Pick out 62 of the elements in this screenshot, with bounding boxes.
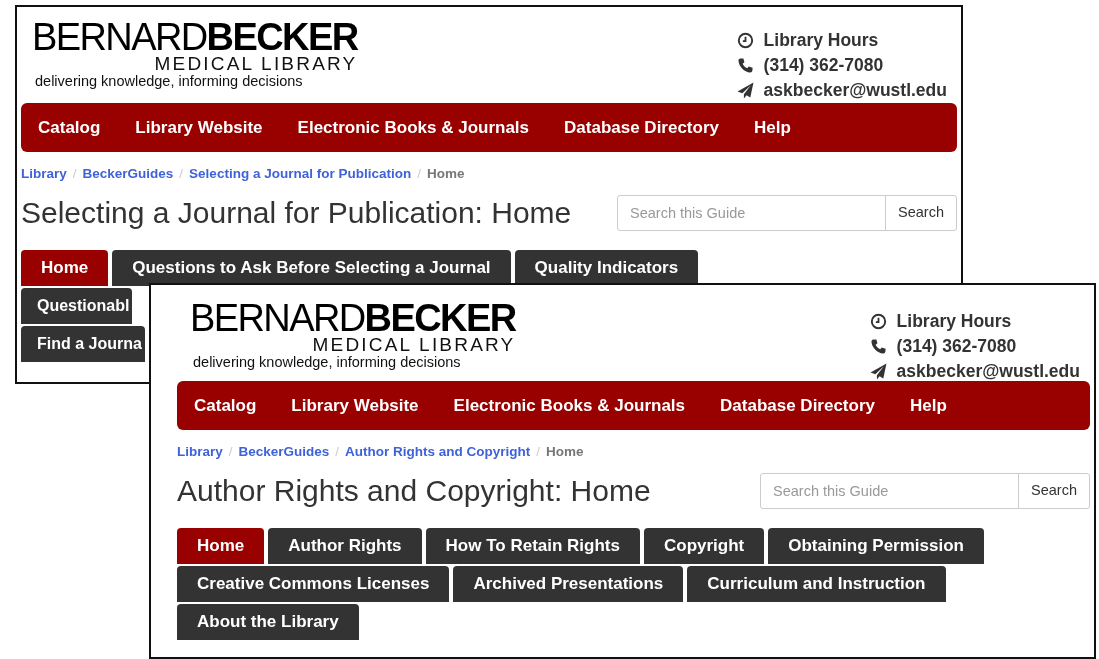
paper-plane-icon	[869, 363, 887, 380]
guide-tab[interactable]: Find a Journa	[21, 326, 145, 362]
breadcrumb-separator: /	[72, 165, 77, 183]
guide-tab[interactable]: How To Retain Rights	[425, 528, 640, 564]
guide-tab[interactable]: Quality Indicators	[514, 250, 699, 286]
guide-tab[interactable]: Home	[177, 528, 265, 564]
logo-subtitle: MEDICAL LIBRARY	[311, 335, 516, 354]
breadcrumb-link[interactable]: Author Rights and Copyright	[345, 442, 531, 464]
nav-link[interactable]: Catalog	[38, 114, 101, 141]
search-button[interactable]: Search	[1018, 473, 1090, 509]
page-title: Selecting a Journal for Publication: Home	[21, 195, 572, 231]
breadcrumb-link[interactable]: Selecting a Journal for Publication	[189, 164, 412, 186]
phone-icon	[869, 338, 887, 355]
phone-link[interactable]: (314) 362-7080	[763, 52, 884, 79]
logo-wordmark: BERNARDBECKER	[190, 299, 516, 337]
breadcrumb-current: Home	[546, 443, 584, 461]
page-title: Author Rights and Copyright: Home	[177, 473, 651, 509]
breadcrumb-separator: /	[179, 165, 184, 183]
breadcrumb-link[interactable]: Library	[177, 442, 223, 464]
search-button[interactable]: Search	[885, 195, 957, 231]
guide-tab[interactable]: Questionabl	[21, 288, 133, 324]
nav-link[interactable]: Library Website	[135, 114, 263, 141]
nav-link[interactable]: Database Directory	[564, 114, 719, 141]
logo-wordmark: BERNARDBECKER	[32, 18, 358, 56]
phone-link[interactable]: (314) 362-7080	[896, 333, 1017, 360]
clock-icon	[736, 32, 754, 49]
guide-tab[interactable]: Copyright	[643, 528, 765, 564]
search-field[interactable]: Search this Guide	[617, 195, 887, 231]
guide-tab[interactable]: Obtaining Permission	[768, 528, 984, 564]
guide-tab[interactable]: Curriculum and Instruction	[687, 566, 946, 602]
guide-tab[interactable]: Archived Presentations	[453, 566, 684, 602]
nav-link[interactable]: Electronic Books & Journals	[453, 392, 686, 419]
email-link[interactable]: askbecker@wustl.edu	[763, 77, 947, 104]
hours-link[interactable]: Library Hours	[763, 27, 879, 54]
nav-link[interactable]: Library Website	[291, 392, 419, 419]
nav-link[interactable]: Electronic Books & Journals	[297, 114, 530, 141]
nav-link[interactable]: Database Directory	[720, 392, 875, 419]
guide-tab[interactable]: Creative Commons Licenses	[177, 566, 450, 602]
phone-icon	[736, 57, 754, 74]
logo-subtitle: MEDICAL LIBRARY	[153, 54, 358, 73]
search-field[interactable]: Search this Guide	[760, 473, 1020, 509]
breadcrumb-link[interactable]: BeckerGuides	[82, 164, 174, 186]
clock-icon	[869, 313, 887, 330]
paper-plane-icon	[736, 82, 754, 99]
breadcrumb-separator: /	[335, 443, 340, 461]
nav-link[interactable]: Help	[910, 392, 947, 419]
nav-link[interactable]: Catalog	[194, 392, 257, 419]
guide-tab[interactable]: Questions to Ask Before Selecting a Journal	[112, 250, 511, 286]
breadcrumb-separator: /	[228, 443, 233, 461]
nav-link[interactable]: Help	[754, 114, 791, 141]
breadcrumb-separator: /	[417, 165, 421, 183]
email-link[interactable]: askbecker@wustl.edu	[896, 358, 1080, 385]
hours-link[interactable]: Library Hours	[896, 308, 1012, 335]
breadcrumb-separator: /	[536, 443, 541, 461]
logo-tagline: delivering knowledge, informing decisions	[192, 354, 462, 372]
logo-tagline: delivering knowledge, informing decisions	[34, 73, 304, 91]
breadcrumb-link[interactable]: Library	[21, 164, 67, 186]
guide-tab[interactable]: Author Rights	[268, 528, 422, 564]
breadcrumb-current: Home	[426, 165, 465, 183]
guide-tab[interactable]: About the Library	[177, 604, 359, 640]
guide-tab[interactable]: Home	[21, 250, 109, 286]
breadcrumb-link[interactable]: BeckerGuides	[238, 442, 330, 464]
